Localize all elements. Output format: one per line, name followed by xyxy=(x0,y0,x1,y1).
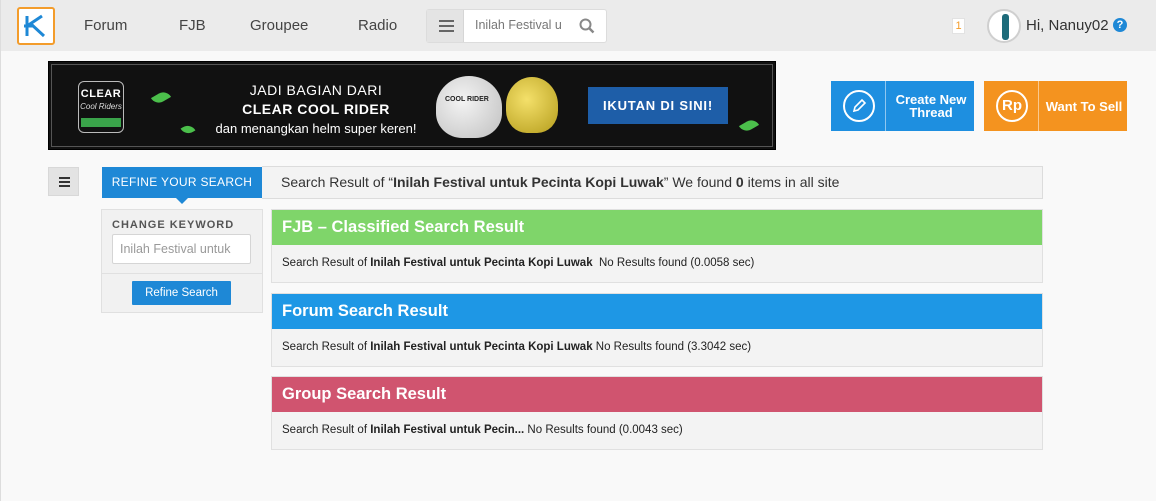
refine-search-tab[interactable]: REFINE YOUR SEARCH xyxy=(102,167,262,204)
rupiah-icon: Rp xyxy=(996,90,1028,122)
section-title: Forum Search Result xyxy=(272,294,1042,329)
refine-search-button[interactable]: Refine Search xyxy=(132,281,231,305)
section-result-text: Search Result of Inilah Festival untuk P… xyxy=(282,424,683,436)
banner-cta-button[interactable]: IKUTAN DI SINI! xyxy=(588,87,728,124)
helmet-image xyxy=(506,77,558,133)
refine-panel: CHANGE KEYWORD Inilah Festival untuk Ref… xyxy=(101,209,263,313)
leaf-decoration xyxy=(150,89,172,106)
search-input[interactable]: Inilah Festival u xyxy=(475,18,567,34)
search-summary: Search Result of “Inilah Festival untuk … xyxy=(262,166,1043,199)
nav-forum[interactable]: Forum xyxy=(84,17,127,34)
clear-logo: CLEAR Cool Riders xyxy=(78,81,124,133)
avatar[interactable] xyxy=(987,9,1021,43)
nav-fjb[interactable]: FJB xyxy=(179,17,206,34)
group-result-section: Group Search Result Search Result of Ini… xyxy=(271,376,1043,450)
banner-line1: JADI BAGIAN DARI xyxy=(249,82,383,98)
want-to-sell-button[interactable]: Rp Want To Sell xyxy=(984,81,1127,131)
search-menu-button[interactable] xyxy=(427,10,464,42)
search-icon[interactable] xyxy=(579,18,595,39)
summary-query: Inilah Festival untuk Pecinta Kopi Luwak xyxy=(393,174,664,190)
sidebar-toggle-button[interactable] xyxy=(48,167,79,196)
ad-banner[interactable]: CLEAR Cool Riders JADI BAGIAN DARI CLEAR… xyxy=(48,61,776,150)
leaf-decoration xyxy=(180,122,196,137)
create-thread-label: Create New Thread xyxy=(895,92,967,120)
nav-radio[interactable]: Radio xyxy=(358,17,397,34)
fjb-result-section: FJB – Classified Search Result Search Re… xyxy=(271,209,1043,283)
top-navbar: Forum FJB Groupee Radio Inilah Festival … xyxy=(1,0,1156,51)
notification-badge[interactable]: 1 xyxy=(952,18,965,34)
nav-groupee[interactable]: Groupee xyxy=(250,17,308,34)
create-thread-button[interactable]: Create New Thread xyxy=(831,81,974,131)
forum-result-section: Forum Search Result Search Result of Ini… xyxy=(271,293,1043,367)
pencil-icon xyxy=(843,90,875,122)
change-keyword-label: CHANGE KEYWORD xyxy=(112,219,235,231)
leaf-decoration xyxy=(738,117,760,134)
section-result-text: Search Result of Inilah Festival untuk P… xyxy=(282,257,755,269)
want-to-sell-label: Want To Sell xyxy=(1045,98,1123,114)
user-greeting[interactable]: Hi, Nanuy02 xyxy=(1026,17,1109,34)
section-title: Group Search Result xyxy=(272,377,1042,412)
summary-count: 0 xyxy=(735,174,744,190)
banner-line3: dan menangkan helm super keren! xyxy=(215,121,417,136)
keyword-input[interactable]: Inilah Festival untuk xyxy=(112,234,251,264)
section-title: FJB – Classified Search Result xyxy=(272,210,1042,245)
banner-line2: CLEAR COOL RIDER xyxy=(242,101,390,117)
section-result-text: Search Result of Inilah Festival untuk P… xyxy=(282,341,752,353)
helmet-image: COOL RIDER xyxy=(436,76,502,138)
search-bar: Inilah Festival u xyxy=(426,9,607,43)
help-icon[interactable]: ? xyxy=(1113,18,1127,32)
kaskus-logo-icon[interactable] xyxy=(17,7,55,45)
